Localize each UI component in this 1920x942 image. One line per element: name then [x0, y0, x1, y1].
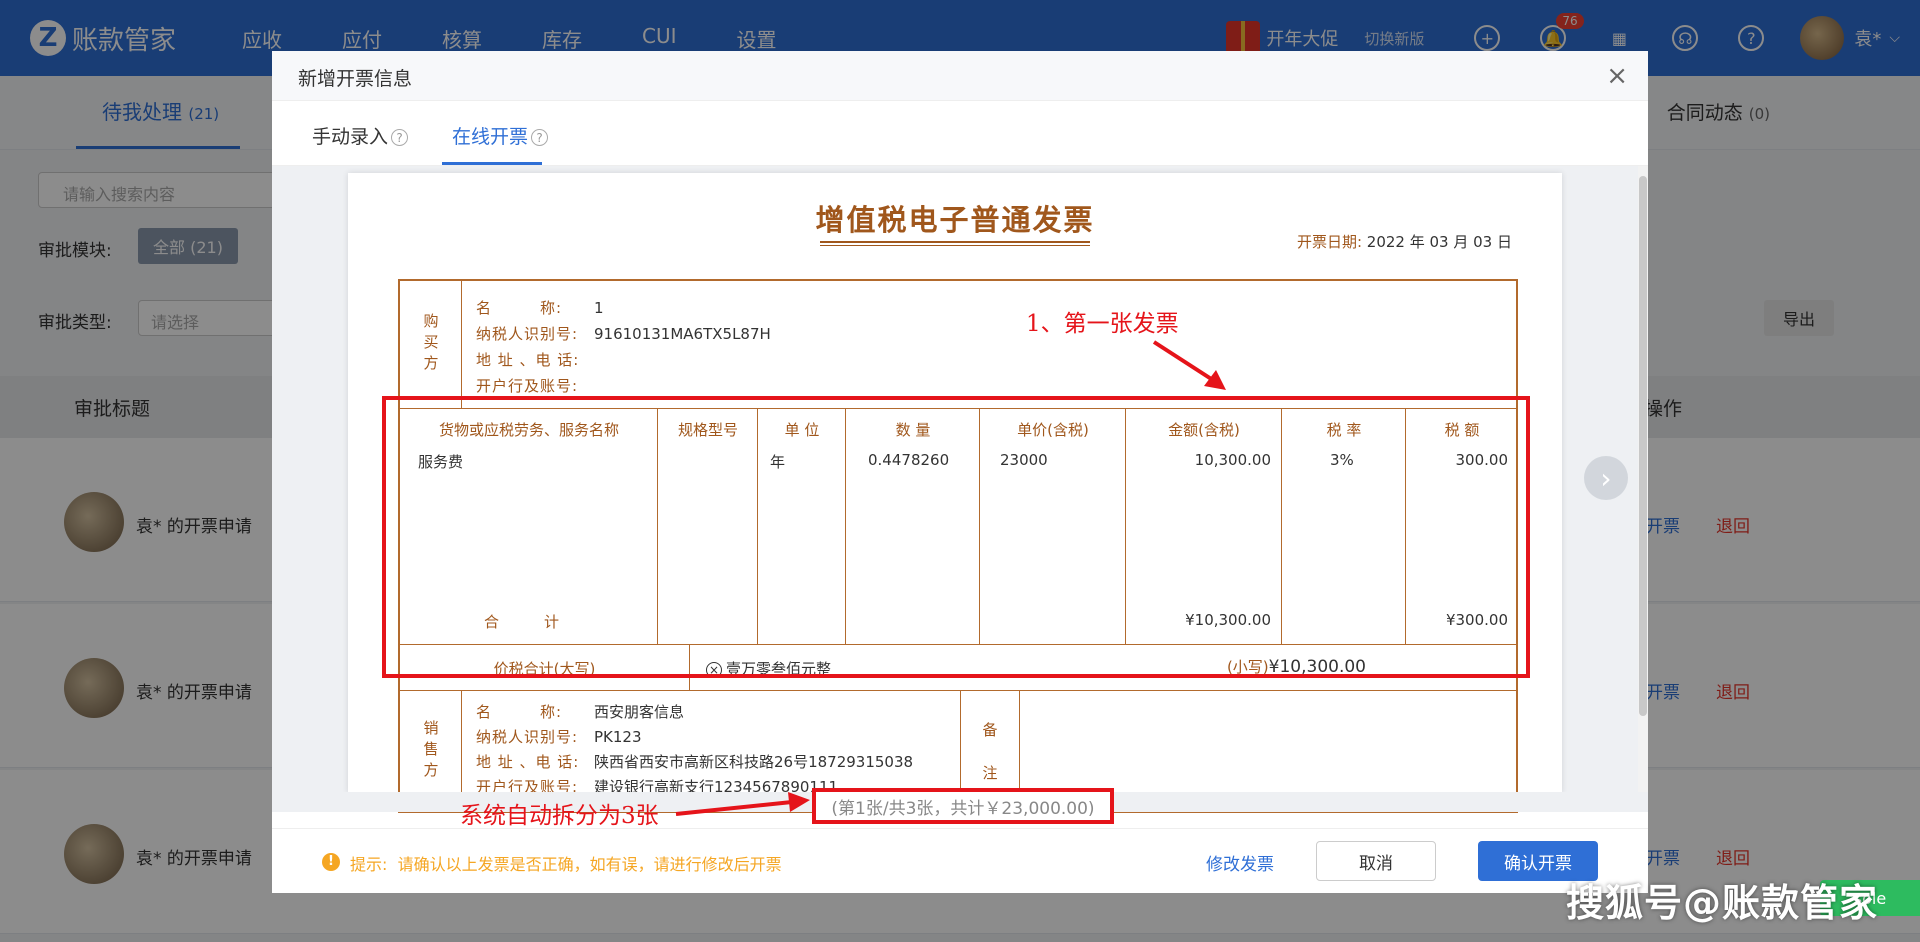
tip-message: 请确认以上发票是否正确，如有误，请进行修改后开票: [397, 855, 782, 874]
tab-manual-label: 手动录入: [312, 126, 389, 148]
help-icon[interactable]: ?: [391, 129, 409, 146]
invoice-pager: (第1张/共3张，共计￥23,000.00): [812, 788, 1114, 824]
seller-name: 名 称: 西安朋客信息: [476, 703, 685, 721]
arrow-icon: [1152, 340, 1226, 390]
buyer-bank: 开户行及账号:: [476, 377, 579, 395]
buyer-tax-id-value: 91610131MA6TX5L87H: [594, 325, 771, 343]
cancel-button[interactable]: 取消: [1316, 841, 1436, 881]
buyer-address: 地 址 、电 话:: [476, 351, 580, 369]
tip-text: 提示: 请确认以上发票是否正确，如有误，请进行修改后开票: [350, 851, 782, 875]
dialog-footer: ! 提示: 请确认以上发票是否正确，如有误，请进行修改后开票 修改发票 取消 确…: [272, 828, 1648, 893]
watermark: 搜狐号@账款管家: [1565, 881, 1878, 925]
tab-online-label: 在线开票: [452, 126, 529, 148]
title-double-underline: [820, 241, 1090, 246]
chevron-right-icon[interactable]: ›: [1584, 456, 1628, 500]
help-icon[interactable]: ?: [531, 129, 549, 146]
date-value: 2022 年 03 月 03 日: [1366, 233, 1512, 251]
scrollbar-thumb[interactable]: [1639, 176, 1647, 716]
dialog-title: 新增开票信息: [298, 68, 413, 90]
tip-label: 提示:: [350, 855, 388, 874]
annotation-auto-split: 系统自动拆分为3张: [460, 803, 659, 829]
tab-online-invoice[interactable]: 在线开票?: [452, 122, 549, 149]
buyer-tax-id: 纳税人识别号: 91610131MA6TX5L87H: [476, 325, 771, 343]
tab-manual-entry[interactable]: 手动录入?: [312, 122, 409, 149]
annotation-first-invoice: 1、第一张发票: [1026, 311, 1179, 337]
buyer-section: 购买方 名 称: 1 纳税人识别号: 91610131MA6TX5L87H 地 址 …: [400, 281, 1516, 409]
buyer-name-value: 1: [594, 299, 604, 317]
seller-address: 地 址 、电 话: 陕西省西安市高新区科技路26号18729315038: [476, 753, 914, 771]
first-invoice-highlight: [382, 396, 1530, 678]
close-icon[interactable]: ×: [1606, 61, 1628, 91]
edit-invoice-button[interactable]: 修改发票: [1206, 850, 1274, 875]
arrow-icon: [675, 792, 810, 816]
buyer-label: 购买方: [400, 281, 462, 408]
invoice-date: 开票日期: 2022 年 03 月 03 日: [1297, 231, 1512, 252]
buyer-name: 名 称: 1: [476, 299, 604, 317]
scrollbar[interactable]: [1638, 166, 1648, 792]
seller-tax-id: 纳税人识别号: PK123: [476, 728, 642, 746]
dialog-header: 新增开票信息 ×: [272, 51, 1648, 101]
warning-icon: !: [322, 853, 340, 871]
date-label: 开票日期:: [1296, 233, 1363, 251]
